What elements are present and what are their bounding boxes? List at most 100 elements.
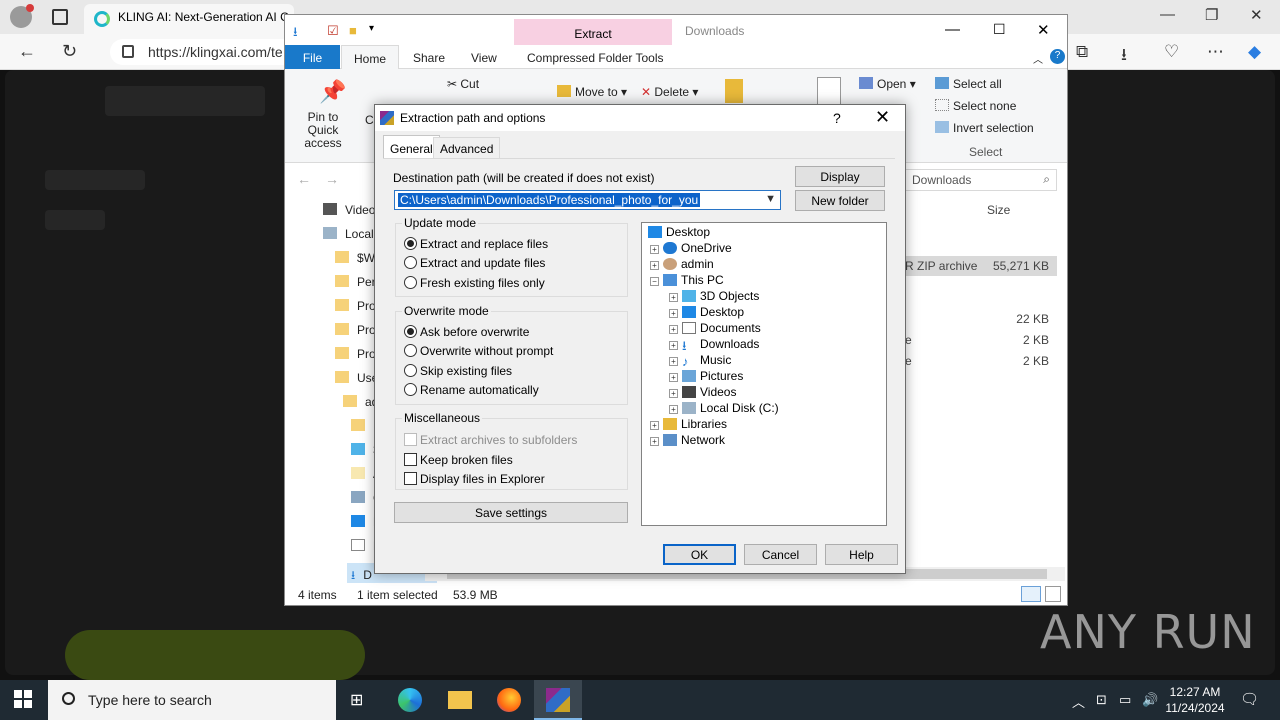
details-view-icon[interactable] bbox=[1021, 586, 1041, 602]
browser-tab[interactable]: KLING AI: Next-Generation AI C bbox=[84, 4, 294, 34]
tree-node-downloads[interactable]: + ⭳ Downloads bbox=[669, 337, 759, 352]
tab-advanced[interactable]: Advanced bbox=[433, 137, 501, 158]
expand-icon[interactable]: + bbox=[669, 389, 678, 398]
pin-to-quick-access-button[interactable]: Pin to Quick access bbox=[291, 111, 355, 150]
tree-node-onedrive[interactable]: + OneDrive bbox=[650, 241, 732, 255]
taskbar-clock[interactable]: 12:27 AM 11/24/2024 bbox=[1160, 684, 1230, 716]
tray-chevron-icon[interactable]: ︿ bbox=[1072, 692, 1085, 711]
expand-icon[interactable]: + bbox=[669, 309, 678, 318]
cut-button[interactable]: ✂ Cut bbox=[447, 77, 479, 91]
close-icon[interactable]: ✕ bbox=[1250, 6, 1263, 24]
select-all-button[interactable]: Select all bbox=[935, 77, 1002, 91]
tab-file[interactable]: File bbox=[285, 45, 340, 69]
tree-node-this-pc[interactable]: − This PC bbox=[650, 273, 724, 287]
file-row-selected[interactable]: R ZIP archive 55,271 KB bbox=[905, 256, 1057, 276]
minimize-icon[interactable]: — bbox=[945, 21, 960, 38]
taskbar-search-input[interactable]: Type here to search bbox=[48, 680, 336, 720]
display-button[interactable]: Display bbox=[795, 166, 885, 187]
new-folder-icon[interactable] bbox=[725, 79, 743, 103]
expand-icon[interactable]: + bbox=[669, 325, 678, 334]
tab-view[interactable]: View bbox=[471, 51, 497, 65]
task-view-icon[interactable]: ⊞ bbox=[350, 690, 374, 714]
chevron-down-icon[interactable]: ▼ bbox=[765, 193, 776, 205]
radio-rename-automatically[interactable]: Rename automatically bbox=[404, 383, 539, 397]
radio-extract-update[interactable]: Extract and update files bbox=[404, 256, 545, 270]
restore-icon[interactable]: ❐ bbox=[1205, 6, 1218, 24]
nav-item[interactable]: . bbox=[351, 419, 376, 433]
nav-item[interactable]: Local bbox=[323, 227, 374, 241]
expand-icon[interactable]: + bbox=[669, 373, 678, 382]
nav-item[interactable]: Perf bbox=[335, 275, 379, 289]
close-icon[interactable]: ✕ bbox=[875, 107, 890, 128]
move-to-button[interactable]: Move to ▾ bbox=[557, 85, 627, 99]
context-tab-extract[interactable]: Extract bbox=[514, 19, 672, 45]
tree-node-admin[interactable]: + admin bbox=[650, 257, 714, 271]
back-icon[interactable]: ← bbox=[18, 41, 36, 62]
close-icon[interactable]: ✕ bbox=[1037, 21, 1050, 39]
expand-icon[interactable]: + bbox=[669, 357, 678, 366]
radio-ask-before[interactable]: Ask before overwrite bbox=[404, 325, 529, 339]
expand-icon[interactable]: + bbox=[669, 293, 678, 302]
checkbox-keep-broken-files[interactable]: Keep broken files bbox=[404, 453, 513, 467]
tab-share[interactable]: Share bbox=[413, 51, 445, 65]
radio-extract-replace[interactable]: Extract and replace files bbox=[404, 237, 548, 251]
tab-compressed-folder-tools[interactable]: Compressed Folder Tools bbox=[527, 51, 664, 65]
new-folder-button[interactable]: New folder bbox=[795, 190, 885, 211]
checkbox-extract-to-subfolders[interactable]: Extract archives to subfolders bbox=[404, 433, 577, 447]
tab-general[interactable]: General bbox=[383, 135, 440, 158]
tree-node-libraries[interactable]: + Libraries bbox=[650, 417, 727, 431]
expand-icon[interactable]: + bbox=[650, 437, 659, 446]
customize-qa-icon[interactable]: ▾ bbox=[369, 23, 374, 34]
file-row[interactable]: e 2 KB bbox=[905, 333, 1057, 347]
more-icon[interactable]: ⋯ bbox=[1207, 42, 1224, 62]
page-action-button[interactable] bbox=[65, 630, 365, 680]
radio-overwrite-without-prompt[interactable]: Overwrite without prompt bbox=[404, 344, 553, 358]
expand-icon[interactable]: + bbox=[650, 261, 659, 270]
notifications-icon[interactable]: 🗨 bbox=[1240, 690, 1259, 708]
network-icon[interactable]: ▭ bbox=[1119, 692, 1131, 708]
radio-skip-existing[interactable]: Skip existing files bbox=[404, 364, 512, 378]
destination-path-input[interactable]: C:\Users\admin\Downloads\Professional_ph… bbox=[394, 190, 781, 210]
tree-node-desktop[interactable]: Desktop bbox=[648, 225, 710, 239]
file-row[interactable]: e 2 KB bbox=[905, 354, 1057, 368]
tree-node-music[interactable]: + ♪ Music bbox=[669, 353, 731, 368]
forward-icon[interactable]: → bbox=[325, 171, 339, 187]
nav-item[interactable]: Video bbox=[323, 203, 375, 217]
delete-button[interactable]: ✕ Delete ▾ bbox=[641, 85, 698, 99]
large-icons-view-icon[interactable] bbox=[1045, 586, 1061, 602]
url-field[interactable]: https://klingxai.com/te bbox=[110, 39, 310, 65]
volume-icon[interactable]: 🔊 bbox=[1142, 692, 1158, 708]
checkbox-display-in-explorer[interactable]: Display files in Explorer bbox=[404, 472, 545, 486]
help-icon[interactable]: ? bbox=[1050, 49, 1065, 64]
collapse-ribbon-icon[interactable]: ︿ bbox=[1033, 51, 1043, 66]
maximize-icon[interactable]: ☐ bbox=[993, 21, 1006, 38]
tab-home[interactable]: Home bbox=[341, 45, 399, 70]
properties-icon[interactable]: ☑ bbox=[327, 23, 339, 39]
copilot-icon[interactable]: ◆ bbox=[1248, 42, 1261, 62]
profile-avatar[interactable] bbox=[10, 4, 34, 28]
folder-tree[interactable]: Desktop + OneDrive + admin − This PC +3D Ob… bbox=[641, 222, 887, 526]
back-icon[interactable]: ← bbox=[297, 171, 311, 187]
quick-access-download-icon[interactable]: ⭳ bbox=[293, 23, 298, 45]
search-input[interactable]: Downloads ⌕ bbox=[905, 169, 1057, 191]
browser-essentials-icon[interactable]: ♡ bbox=[1164, 42, 1179, 62]
expand-icon[interactable]: + bbox=[669, 341, 678, 350]
ok-button[interactable]: OK bbox=[663, 544, 736, 565]
invert-selection-button[interactable]: Invert selection bbox=[935, 121, 1034, 135]
file-explorer-icon[interactable] bbox=[448, 691, 472, 709]
expand-icon[interactable]: + bbox=[650, 245, 659, 254]
download-icon[interactable]: ⭳ bbox=[1121, 42, 1127, 71]
winrar-taskbar-button[interactable] bbox=[534, 680, 582, 720]
tree-node-documents[interactable]: + Documents bbox=[669, 321, 761, 335]
expand-icon[interactable]: + bbox=[669, 405, 678, 414]
tab-actions-icon[interactable] bbox=[52, 9, 68, 25]
save-settings-button[interactable]: Save settings bbox=[394, 502, 628, 523]
help-icon[interactable]: ? bbox=[833, 110, 841, 126]
windows-start-icon[interactable] bbox=[14, 690, 32, 708]
tree-node-local-disk[interactable]: + Local Disk (C:) bbox=[669, 401, 779, 415]
edge-icon[interactable] bbox=[398, 688, 422, 712]
tree-node-desktop-pc[interactable]: + Desktop bbox=[669, 305, 744, 319]
cancel-button[interactable]: Cancel bbox=[744, 544, 817, 565]
expand-icon[interactable]: + bbox=[650, 421, 659, 430]
collections-icon[interactable]: ⧉ bbox=[1076, 42, 1088, 62]
